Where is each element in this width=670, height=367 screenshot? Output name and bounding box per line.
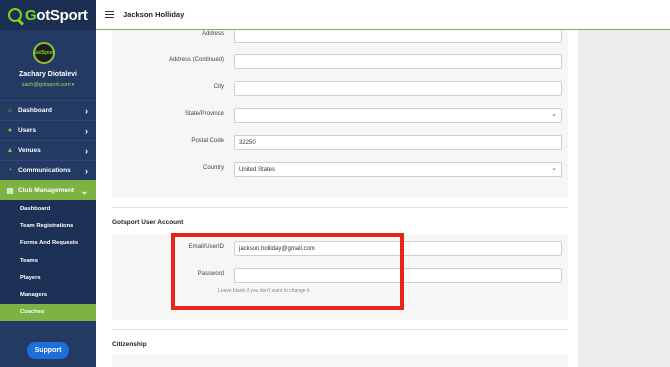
address-row: Address [112,30,568,43]
divider [112,207,568,208]
avatar[interactable]: GotSport [33,42,55,64]
sidebar-item-label: Communications [18,167,71,174]
page-title: Jackson Holliday [123,10,185,19]
address2-label: Address (Continued) [168,57,224,63]
address-panel: Address Address (Continued) City State/P… [112,30,568,198]
submenu-item-players[interactable]: Players [0,269,96,286]
postal-label: Postal Code [191,138,224,144]
address-input[interactable] [234,30,562,43]
sidebar-item-label: Club Management [18,187,74,194]
country-label: Country [202,165,224,171]
club-icon: ▤ [6,187,14,195]
city-label: City [213,84,224,90]
user-email-dropdown[interactable]: zach@gotsport.com▾ [0,82,96,88]
city-row: City [112,81,568,96]
city-input[interactable] [234,81,562,96]
support-button[interactable]: Support [27,342,69,359]
chevron-right-icon: › [85,166,88,176]
venue-icon: ▲ [6,147,14,154]
submenu-item-managers[interactable]: Managers [0,286,96,303]
divider [112,329,568,330]
sidebar-item-dashboard[interactable]: ⌂ Dashboard › [0,100,96,120]
highlight-box [171,233,404,310]
gotsport-logo[interactable]: GotSport [0,0,96,30]
citizenship-panel [112,355,568,367]
chevron-right-icon: › [85,126,88,136]
avatar-text: GotSport [33,50,55,56]
submenu-item-coaches[interactable]: Coaches [0,303,96,322]
logo-text-rest: otSport [36,6,88,24]
home-icon: ⌂ [7,107,13,114]
hamburger-menu-icon[interactable] [105,11,114,18]
submenu-item-teams[interactable]: Teams [0,252,96,269]
club-management-submenu: Dashboard Team Registrations Forms And R… [0,200,96,322]
submenu-item-dashboard[interactable]: Dashboard [0,200,96,217]
country-row: Country United States [112,162,568,177]
sidebar-item-venues[interactable]: ▲ Venues › [0,140,96,160]
chevron-right-icon: › [85,106,88,116]
chevron-right-icon: › [85,146,88,156]
chat-icon: ◔ [7,167,13,174]
main-content: Address Address (Continued) City State/P… [96,30,578,367]
address-label: Address [201,31,224,37]
postal-row: Postal Code 32250 [112,135,568,150]
users-icon: ● [7,127,13,134]
state-row: State/Province [112,108,568,123]
sidebar-item-label: Venues [18,147,41,154]
submenu-item-team-registrations[interactable]: Team Registrations [0,217,96,234]
country-select[interactable]: United States [234,162,562,177]
sidebar-item-label: Dashboard [18,107,52,114]
state-select[interactable] [234,108,562,123]
state-label: State/Province [184,111,224,117]
sidebar-nav: ⌂ Dashboard › ● Users › ▲ Venues › ◔ Com… [0,100,96,322]
chevron-down-icon: ⌄ [80,186,88,196]
address2-input[interactable] [234,54,562,69]
right-pane [578,30,670,367]
sidebar-item-communications[interactable]: ◔ Communications › [0,160,96,180]
user-account-section-title: Gotsport User Account [112,219,184,226]
caret-down-icon: ▾ [71,82,75,88]
top-bar: Jackson Holliday [96,0,670,30]
logo-text-g: G [25,6,37,24]
user-email: zach@gotsport.com [21,82,71,88]
citizenship-section-title: Citizenship [112,341,147,348]
sidebar-item-label: Users [18,127,37,134]
sidebar-item-club-management[interactable]: ▤ Club Management ⌄ [0,180,96,200]
logo-icon [8,8,22,22]
user-name: Zachary Diotalevi [19,71,77,78]
address2-row: Address (Continued) [112,54,568,69]
submenu-item-forms-and-requests[interactable]: Forms And Requests [0,235,96,252]
postal-code-input[interactable]: 32250 [234,135,562,150]
sidebar: GotSport GotSport Zachary Diotalevi zach… [0,0,96,367]
sidebar-item-users[interactable]: ● Users › [0,120,96,140]
